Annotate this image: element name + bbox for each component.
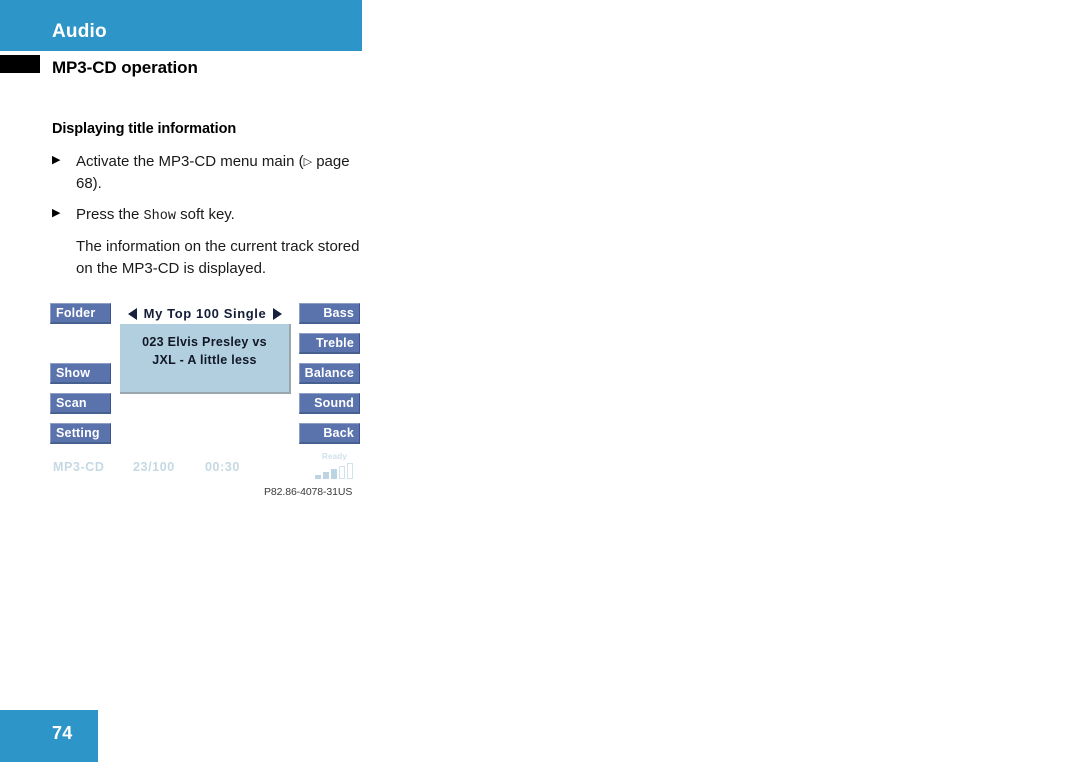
device-display-illustration: Folder Show Scan Setting Bass Treble Bal… <box>50 300 360 480</box>
step-2-text-before: Press the <box>76 206 144 223</box>
softkey-show[interactable]: Show <box>50 363 111 384</box>
triangle-right-icon[interactable] <box>273 307 283 320</box>
result-paragraph: The information on the current track sto… <box>76 238 360 277</box>
softkey-bass[interactable]: Bass <box>299 303 360 324</box>
signal-ready-label: Ready <box>322 452 348 461</box>
signal-bar-1 <box>315 475 321 479</box>
softkey-balance[interactable]: Balance <box>299 363 360 384</box>
playlist-title: My Top 100 Single <box>143 306 267 321</box>
triangle-left-icon[interactable] <box>127 307 137 320</box>
instruction-step-1-text: Activate the MP3-CD menu main (▷ page 68… <box>76 151 352 194</box>
subsection-heading: Displaying title information <box>52 121 237 137</box>
footer-band <box>0 710 98 762</box>
signal-strength-indicator: Ready <box>312 452 360 480</box>
signal-bar-3 <box>331 469 337 479</box>
display-status-bar: MP3-CD 23/100 00:30 Ready <box>50 452 360 480</box>
track-info-line-2: JXL - A little less <box>152 353 257 367</box>
chapter-title: Audio <box>52 21 107 42</box>
signal-bar-5 <box>347 463 353 479</box>
softkey-treble[interactable]: Treble <box>299 333 360 354</box>
step-bullet-icon: ▶ <box>52 154 61 166</box>
softkey-back[interactable]: Back <box>299 423 360 444</box>
instruction-step-1: ▶ Activate the MP3-CD menu main (▷ page … <box>52 151 352 194</box>
signal-bar-2 <box>323 472 329 479</box>
section-title: MP3-CD operation <box>52 58 198 77</box>
figure-caption: P82.86-4078-31US <box>264 486 353 498</box>
step-2-text-after: soft key. <box>175 206 235 223</box>
softkey-scan[interactable]: Scan <box>50 393 111 414</box>
section-marker-block <box>0 55 40 73</box>
instruction-step-2-text: Press the Show soft key. <box>76 204 352 227</box>
softkey-setting[interactable]: Setting <box>50 423 111 444</box>
page-reference-icon: ▷ <box>303 156 313 168</box>
step-bullet-icon: ▶ <box>52 207 61 219</box>
instruction-step-2: ▶ Press the Show soft key. <box>52 204 352 227</box>
status-source-label: MP3-CD <box>53 460 105 474</box>
step-1-text-before: Activate the MP3-CD menu main ( <box>76 153 304 170</box>
signal-bars-icon <box>315 463 353 479</box>
playlist-title-row: My Top 100 Single <box>116 303 294 324</box>
page-number: 74 <box>52 723 73 743</box>
status-track-counter: 23/100 <box>133 460 175 474</box>
softkey-folder[interactable]: Folder <box>50 303 111 324</box>
signal-bar-4 <box>339 466 345 479</box>
track-info-panel: 023 Elvis Presley vs JXL - A little less <box>120 324 291 394</box>
softkey-name-inline: Show <box>143 209 176 224</box>
softkey-sound[interactable]: Sound <box>299 393 360 414</box>
status-elapsed-time: 00:30 <box>205 460 240 474</box>
track-info-line-1: 023 Elvis Presley vs <box>142 335 267 349</box>
